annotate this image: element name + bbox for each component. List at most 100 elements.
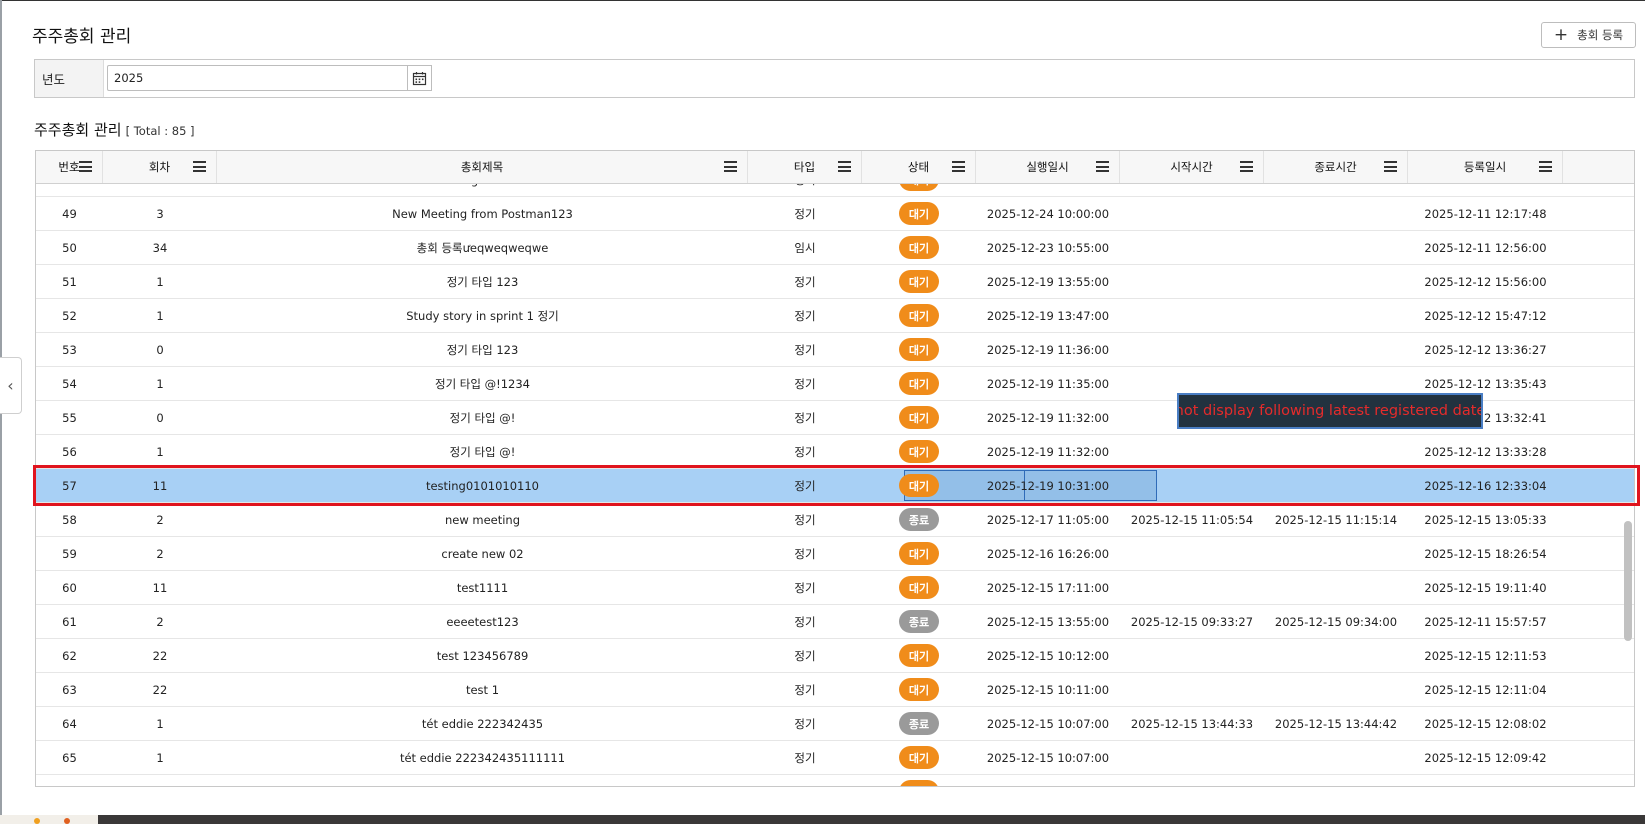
col-start-time	[1120, 231, 1264, 264]
col-reg-datetime: 2025-12-15 12:11:53	[1424, 648, 1547, 663]
table-row[interactable]: 483New Meeting from Postman정기 대기 2025-12-2…	[36, 184, 1634, 197]
header-col-start-time[interactable]: 시작시간	[1120, 151, 1264, 183]
year-input[interactable]	[107, 65, 410, 91]
table-row[interactable]: 51 1 정기 타입 123 정기 대기 2025-12-19 13:55:00 2025-…	[36, 265, 1634, 299]
window-top-border	[0, 0, 1645, 1]
chevron-left-icon[interactable]: ‹	[0, 357, 22, 414]
col-status: 대기	[862, 401, 976, 434]
status-badge: 대기	[899, 406, 939, 429]
col-start-time	[1120, 639, 1264, 672]
col-round: 2	[156, 546, 164, 561]
col-start-time	[1120, 333, 1264, 366]
header-col-end-time[interactable]: 종료시간	[1264, 151, 1408, 183]
table-row[interactable]: 64 1 tét eddie 222342435 정기 종료 2025-12-15 10:…	[36, 707, 1634, 741]
menu-icon[interactable]	[1096, 161, 1109, 172]
table-row[interactable]: 58 2 new meeting 정기 종료 2025-12-17 11:05:00 202…	[36, 503, 1634, 537]
grid-body[interactable]: 483New Meeting from Postman정기대기2025-12-2…	[36, 184, 1634, 786]
table-row[interactable]: 62 22 test 123456789 정기 대기 2025-12-15 10:12:0…	[36, 639, 1634, 673]
col-reg-datetime: 2025-12-11 12:17:48	[1408, 184, 1563, 196]
col-type: 정기	[794, 410, 816, 425]
header-col-exec-datetime[interactable]: 실행일시	[976, 151, 1120, 183]
calendar-icon[interactable]	[407, 65, 432, 91]
col-number: 60	[62, 580, 77, 595]
table-row[interactable]: 63 22 test 1 정기 대기 2025-12-15 10:11:00 2025-12…	[36, 673, 1634, 707]
status-badge: 대기	[899, 372, 939, 395]
table-row[interactable]: 50 34 총회 등록ưeqweqweqwe 임시 대기 2025-12-23 10:55…	[36, 231, 1634, 265]
col-end-time	[1264, 673, 1408, 706]
col-type: 정기	[748, 184, 862, 196]
table-row[interactable]: 65 1 tét eddie 222342435111111 정기 대기 2025-12-…	[36, 741, 1634, 775]
col-start-time	[1120, 265, 1264, 298]
table-row[interactable]: 53 0 정기 타입 123 정기 대기 2025-12-19 11:36:00 2025-…	[36, 333, 1634, 367]
menu-icon[interactable]	[952, 161, 965, 172]
header-col-reg-datetime[interactable]: 등록일시	[1408, 151, 1563, 183]
col-type: 정기	[794, 274, 816, 289]
menu-icon[interactable]	[1539, 161, 1552, 172]
col-exec-datetime: 2025-12-19 13:55:00	[986, 274, 1110, 289]
col-end-time	[1264, 639, 1408, 672]
col-status: 대기	[862, 571, 976, 604]
col-round: 2	[156, 512, 164, 527]
menu-icon[interactable]	[838, 161, 851, 172]
col-title: tét eddie 222342435111111	[399, 750, 566, 765]
grid-header: 번호 회차 총회제목 타입 상태 실행일시 시작시간 종료시간 등록일시	[36, 151, 1634, 184]
col-start-time: 2025-12-15 13:44:33	[1130, 716, 1254, 731]
col-status: 대기	[862, 367, 976, 400]
status-badge: 대기	[899, 236, 939, 259]
header-col-status[interactable]: 상태	[862, 151, 976, 183]
header-col-number[interactable]: 번호	[36, 151, 103, 183]
menu-icon[interactable]	[193, 161, 206, 172]
col-number: 59	[62, 546, 77, 561]
header-label: 종료시간	[1314, 160, 1357, 174]
grid-scrollbar[interactable]	[1623, 183, 1633, 783]
col-title: testing0101010110	[425, 478, 540, 493]
grid-title: 주주총회 관리	[34, 121, 122, 139]
col-reg-datetime: 2025-12-15 12:11:04	[1424, 682, 1547, 697]
col-title: test 1	[465, 682, 500, 697]
col-reg-datetime: 2025-12-12 15:47:12	[1424, 308, 1547, 323]
col-exec-datetime: 2025-12-15 17:11:00	[986, 580, 1110, 595]
col-reg-datetime: 2025-12-15 12:09:42	[1424, 750, 1547, 765]
col-exec-datetime: 2025-12-19 11:32:00	[986, 410, 1110, 425]
taskbar-app-icon[interactable]	[64, 818, 70, 824]
register-meeting-button[interactable]: + 총회 등록	[1541, 22, 1636, 48]
col-end-time	[1264, 741, 1408, 774]
header-col-title[interactable]: 총회제목	[217, 151, 748, 183]
col-reg-datetime	[1408, 775, 1563, 786]
table-row[interactable]: 59 2 create new 02 정기 대기 2025-12-16 16:26:00 2…	[36, 537, 1634, 571]
header-label: 번호	[58, 160, 80, 174]
menu-icon[interactable]	[724, 161, 737, 172]
col-number: 54	[62, 376, 77, 391]
menu-icon[interactable]	[1384, 161, 1397, 172]
col-status: 대기	[862, 775, 976, 786]
table-row[interactable]: 49 3 New Meeting from Postman123 정기 대기 2025-1…	[36, 197, 1634, 231]
header-col-type[interactable]: 타입	[748, 151, 862, 183]
col-round: 22	[152, 648, 168, 663]
table-row[interactable]: 60 11 test1111 정기 대기 2025-12-15 17:11:00 2025-…	[36, 571, 1634, 605]
col-title: eeeetest123	[446, 614, 519, 629]
col-round: 0	[156, 342, 164, 357]
table-row[interactable]: 52 1 Study story in sprint 1 정기 정기 대기 2025-12…	[36, 299, 1634, 333]
year-label: 년도	[35, 60, 104, 97]
table-row[interactable]: 61 2 eeeetest123 정기 종료 2025-12-15 13:55:00 202…	[36, 605, 1634, 639]
col-type: 정기	[794, 682, 816, 697]
col-round: 1	[156, 716, 164, 731]
grid-scrollbar-thumb[interactable]	[1624, 521, 1632, 641]
col-title: tét eddie 222342435	[421, 716, 544, 731]
col-start-time	[1120, 435, 1264, 468]
col-type: 정기	[794, 716, 816, 731]
taskbar-app-icon[interactable]	[34, 818, 40, 824]
menu-icon[interactable]	[1240, 161, 1253, 172]
col-start-time	[1120, 741, 1264, 774]
col-round: 3	[103, 184, 217, 196]
col-end-time	[1264, 435, 1408, 468]
col-number: 61	[62, 614, 77, 629]
menu-icon[interactable]	[79, 161, 92, 172]
table-row[interactable]: 대기	[36, 775, 1634, 786]
table-row[interactable]: 57 11 testing0101010110 정기 대기 2025-12-19 10:3…	[36, 469, 1634, 503]
table-row[interactable]: 56 1 정기 타입 @! 정기 대기 2025-12-19 11:32:00 2025-1…	[36, 435, 1634, 469]
header-col-round[interactable]: 회차	[103, 151, 217, 183]
col-exec-datetime: 2025-12-19 10:31:00	[986, 478, 1110, 493]
grid-section-title: 주주총회 관리[ Total : 85 ]	[34, 119, 195, 140]
col-reg-datetime: 2025-12-12 13:33:28	[1424, 444, 1547, 459]
